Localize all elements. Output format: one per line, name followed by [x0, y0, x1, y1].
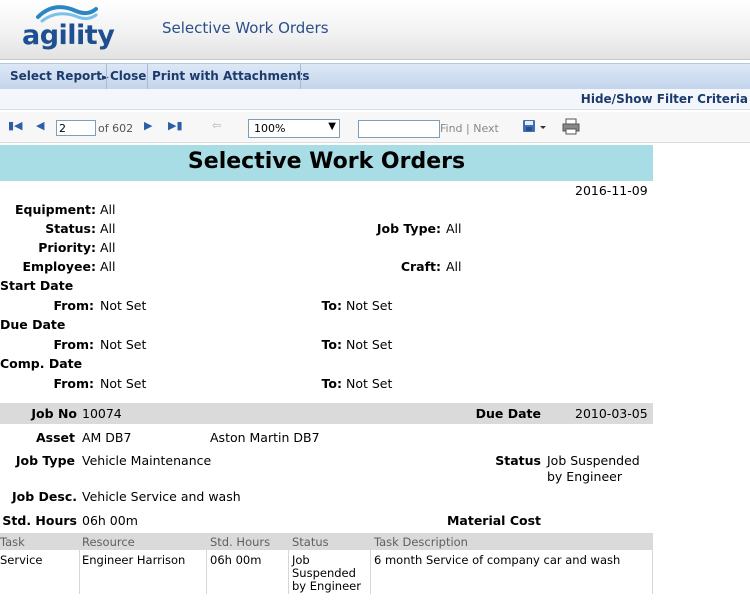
employee-label: Employee:: [22, 259, 97, 274]
column-header-std-hours: Std. Hours: [210, 535, 271, 549]
hide-show-filter-criteria-link[interactable]: Hide/Show Filter Criteria: [581, 92, 748, 106]
status-value-line2: by Engineer: [547, 469, 622, 484]
asset-code: AM DB7: [82, 430, 132, 445]
start-date-to-label: To:: [321, 298, 342, 313]
start-date-from-value: Not Set: [100, 298, 147, 313]
column-divider: [288, 550, 289, 594]
due-date-from-label: From:: [53, 337, 94, 352]
column-header-task: Task: [0, 535, 25, 549]
column-divider: [652, 550, 653, 594]
report-title: Selective Work Orders: [187, 149, 466, 174]
job-no-label: Job No: [31, 406, 77, 421]
status-cell-line3: by Engineer: [292, 579, 361, 593]
job-desc-label: Job Desc.: [12, 489, 77, 504]
menu-divider: [300, 64, 301, 89]
report-toolbar: ▮◀ ◀ of 602 ▶ ▶▮ ⇦ 100% ▼ Find | Next: [0, 112, 750, 143]
select-report-label: Select Report: [10, 69, 102, 83]
comp-date-from-label: From:: [53, 376, 94, 391]
zoom-select[interactable]: 100% ▼: [248, 119, 340, 138]
app-header: agility Selective Work Orders: [0, 0, 750, 60]
filter-bar: Hide/Show Filter Criteria: [0, 89, 750, 110]
zoom-value: 100%: [254, 122, 286, 135]
due-date-heading: Due Date: [0, 317, 66, 332]
export-save-icon[interactable]: [522, 118, 550, 134]
task-description-cell: 6 month Service of company car and wash: [374, 553, 621, 567]
column-divider: [370, 550, 371, 594]
chevron-down-icon: ▼: [328, 121, 336, 132]
column-divider: [206, 550, 207, 594]
equipment-label: Equipment:: [15, 202, 96, 217]
find-input[interactable]: [358, 120, 440, 138]
print-icon[interactable]: [562, 118, 580, 135]
comp-date-to-value: Not Set: [346, 376, 393, 391]
last-page-icon[interactable]: ▶▮: [168, 119, 183, 133]
comp-date-from-value: Not Set: [100, 376, 147, 391]
page-count: of 602: [98, 122, 134, 135]
employee-value: All: [100, 259, 116, 274]
comp-date-to-label: To:: [321, 376, 342, 391]
find-next-link[interactable]: Find | Next: [440, 122, 499, 135]
report-date: 2016-11-09: [575, 183, 648, 198]
page-number-input[interactable]: [56, 120, 96, 136]
previous-page-icon[interactable]: ◀: [36, 119, 44, 133]
status-filter-label: Status:: [45, 221, 96, 236]
std-hours-value: 06h 00m: [82, 513, 138, 528]
job-type-filter-value: All: [446, 221, 462, 236]
job-type-filter-label: Job Type:: [376, 221, 441, 236]
job-no-value: 10074: [82, 406, 122, 421]
agility-logo: agility: [22, 20, 115, 51]
column-header-task-description: Task Description: [374, 535, 468, 549]
menu-bar: Select Report► Close Print with Attachme…: [0, 63, 750, 90]
app-title: Selective Work Orders: [162, 19, 329, 37]
first-page-icon[interactable]: ▮◀: [8, 119, 23, 133]
due-date-to-label: To:: [321, 337, 342, 352]
status-filter-value: All: [100, 221, 116, 236]
due-date-label: Due Date: [475, 406, 541, 421]
report-title-bar: Selective Work Orders: [0, 145, 653, 181]
task-cell: Service: [0, 553, 43, 567]
print-with-attachments-button[interactable]: Print with Attachments: [152, 69, 310, 83]
material-cost-label: Material Cost: [446, 513, 541, 528]
close-button[interactable]: Close: [110, 69, 146, 83]
due-date-to-value: Not Set: [346, 337, 393, 352]
menu-divider: [106, 64, 107, 89]
craft-label: Craft:: [400, 259, 441, 274]
resource-cell: Engineer Harrison: [82, 553, 186, 567]
menu-divider: [147, 64, 148, 89]
start-date-heading: Start Date: [0, 278, 74, 293]
start-date-to-value: Not Set: [346, 298, 393, 313]
asset-label: Asset: [35, 430, 75, 445]
asset-name: Aston Martin DB7: [210, 430, 320, 445]
column-header-resource: Resource: [82, 535, 135, 549]
due-date-from-value: Not Set: [100, 337, 147, 352]
status-value-line1: Job Suspended: [547, 453, 640, 468]
job-desc-value: Vehicle Service and wash: [82, 489, 241, 504]
start-date-from-label: From:: [53, 298, 94, 313]
equipment-value: All: [100, 202, 116, 217]
std-hours-cell: 06h 00m: [210, 553, 262, 567]
priority-label: Priority:: [38, 240, 96, 255]
select-report-menu[interactable]: Select Report►: [10, 69, 109, 83]
due-date-value: 2010-03-05: [575, 406, 648, 421]
job-type-value: Vehicle Maintenance: [82, 453, 212, 468]
status-label: Status: [495, 453, 541, 468]
next-page-icon[interactable]: ▶: [144, 119, 152, 133]
column-header-status: Status: [292, 535, 329, 549]
job-type-label: Job Type: [15, 453, 75, 468]
priority-value: All: [100, 240, 116, 255]
column-divider: [79, 550, 80, 594]
std-hours-label: Std. Hours: [2, 513, 77, 528]
craft-value: All: [446, 259, 462, 274]
back-to-parent-icon[interactable]: ⇦: [212, 119, 221, 133]
comp-date-heading: Comp. Date: [0, 356, 83, 371]
